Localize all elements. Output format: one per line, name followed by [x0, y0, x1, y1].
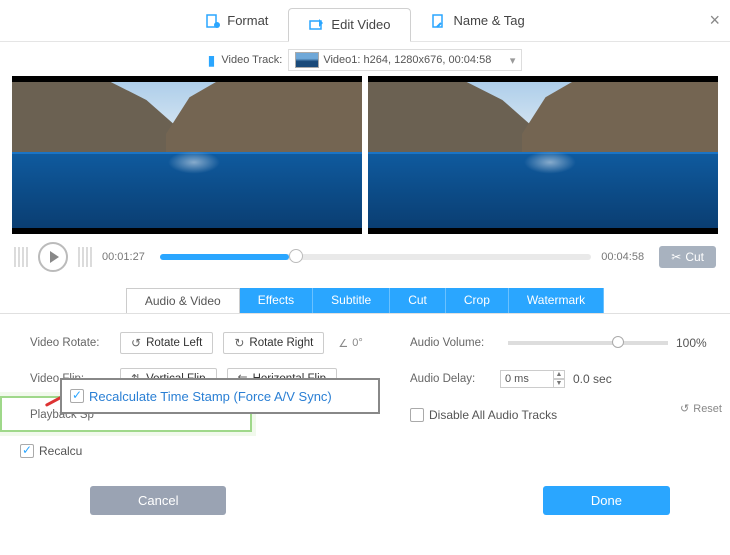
rotate-right-icon: ↻ — [234, 336, 244, 350]
video-track-row: ▮ Video Track: Video1: h264, 1280x676, 0… — [0, 46, 730, 74]
grip-right-icon — [78, 247, 92, 267]
play-button[interactable] — [38, 242, 68, 272]
format-icon — [205, 13, 221, 29]
disable-audio-checkbox[interactable] — [410, 408, 424, 422]
delay-label: Audio Delay: — [410, 373, 500, 385]
video-track-dropdown[interactable]: Video1: h264, 1280x676, 00:04:58 ▾ — [288, 49, 522, 71]
grip-left-icon — [14, 247, 28, 267]
name-tag-icon — [431, 13, 447, 29]
subtab-watermark[interactable]: Watermark — [509, 288, 604, 313]
preview-area: ▷ Original Preview 🔍 — [12, 76, 718, 234]
audio-column: Audio Volume: 100% Audio Delay: 0 ms ▲▼ … — [410, 330, 707, 438]
scissors-icon: ✂ — [671, 250, 681, 264]
rotate-right-text: Rotate Right — [249, 337, 313, 349]
preview-pane-output[interactable] — [368, 76, 718, 234]
callout-box: Recalculate Time Stamp (Force A/V Sync) — [60, 378, 380, 414]
tab-format[interactable]: Format — [185, 4, 288, 38]
reset-button[interactable]: ↺ Reset — [680, 402, 722, 415]
disable-audio-label: Disable All Audio Tracks — [429, 408, 557, 422]
recalc-short-label: Recalcu — [39, 444, 82, 458]
footer: Cancel Done — [0, 486, 730, 529]
delay-spinner[interactable]: ▲▼ — [553, 370, 565, 388]
sub-tab-bar: Audio & Video Effects Subtitle Cut Crop … — [0, 288, 730, 313]
film-icon: ▮ — [208, 52, 216, 69]
tab-edit-video[interactable]: Edit Video — [288, 8, 411, 42]
volume-slider[interactable] — [508, 341, 668, 345]
subtab-effects[interactable]: Effects — [240, 288, 313, 313]
rotate-left-button[interactable]: ↺ Rotate Left — [120, 332, 213, 354]
timeline-slider[interactable] — [160, 254, 591, 260]
volume-label: Audio Volume: — [410, 337, 500, 349]
rotate-left-text: Rotate Left — [146, 337, 202, 349]
subtab-crop[interactable]: Crop — [446, 288, 509, 313]
time-total: 00:04:58 — [601, 251, 649, 263]
subtab-subtitle[interactable]: Subtitle — [313, 288, 390, 313]
recalc-label: Recalculate Time Stamp (Force A/V Sync) — [89, 389, 332, 404]
time-current: 00:01:27 — [102, 251, 150, 263]
reset-icon: ↺ — [680, 402, 689, 415]
cancel-button[interactable]: Cancel — [90, 486, 226, 515]
top-tab-bar: Format Edit Video Name & Tag × — [0, 0, 730, 42]
delay-sec: 0.0 sec — [573, 372, 612, 386]
preview-pane-original[interactable] — [12, 76, 362, 234]
angle-icon: ∠ — [338, 337, 348, 350]
reset-label: Reset — [693, 403, 722, 415]
rotate-label: Video Rotate: — [30, 337, 120, 349]
rotate-right-button[interactable]: ↻ Rotate Right — [223, 332, 324, 354]
chevron-down-icon: ▾ — [510, 54, 516, 67]
recalc-callout[interactable]: Recalculate Time Stamp (Force A/V Sync) — [70, 389, 332, 404]
tab-format-label: Format — [227, 13, 268, 28]
tab-edit-label: Edit Video — [331, 17, 390, 32]
recalc-checkbox-bg[interactable] — [20, 444, 34, 458]
close-icon[interactable]: × — [709, 10, 720, 31]
delay-input[interactable]: 0 ms — [500, 370, 554, 388]
rotate-left-icon: ↺ — [131, 336, 141, 350]
recalc-checkbox[interactable] — [70, 389, 84, 403]
tab-name-tag[interactable]: Name & Tag — [411, 4, 544, 38]
tab-name-label: Name & Tag — [453, 13, 524, 28]
cut-button[interactable]: ✂ Cut — [659, 246, 716, 268]
subtab-cut[interactable]: Cut — [390, 288, 446, 313]
volume-value: 100% — [676, 336, 707, 350]
av-panel: Video Rotate: ↺ Rotate Left ↻ Rotate Right… — [0, 313, 730, 482]
playback-bar: 00:01:27 00:04:58 ✂ Cut — [0, 234, 730, 282]
track-thumbnail — [295, 52, 319, 68]
rotation-degrees: 0° — [352, 337, 363, 349]
done-button[interactable]: Done — [543, 486, 670, 515]
subtab-audio-video[interactable]: Audio & Video — [126, 288, 240, 313]
video-track-label: Video Track: — [221, 54, 282, 66]
track-info: Video1: h264, 1280x676, 00:04:58 — [323, 54, 491, 66]
edit-video-icon — [309, 17, 325, 33]
cut-label: Cut — [685, 250, 704, 264]
